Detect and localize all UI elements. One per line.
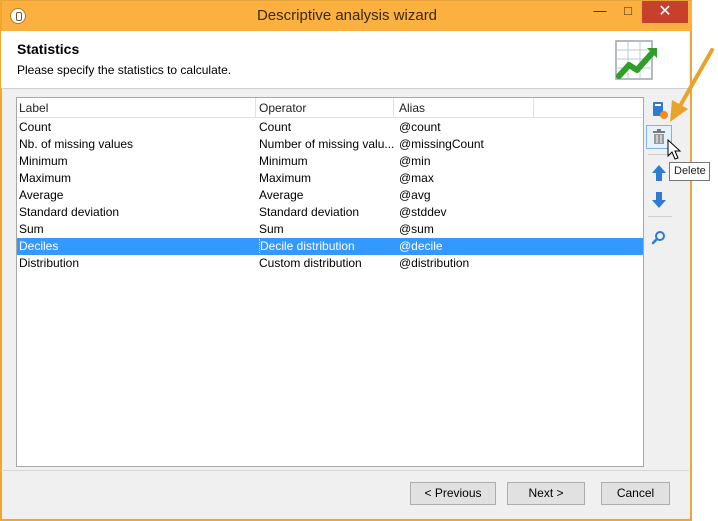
row-operator: Decile distribution <box>259 239 395 253</box>
search-button[interactable] <box>646 226 672 250</box>
row-operator: Average <box>259 188 304 202</box>
minimize-button[interactable]: — <box>586 1 614 23</box>
row-label: Nb. of missing values <box>19 137 134 151</box>
column-divider[interactable] <box>533 98 534 118</box>
table-header: Label Operator Alias <box>17 98 643 118</box>
row-operator: Maximum <box>259 171 312 185</box>
table-row-selected[interactable]: Deciles Decile distribution @decile <box>17 238 643 255</box>
row-alias: @distribution <box>399 256 470 270</box>
page-title: Statistics <box>17 41 80 57</box>
row-alias: @sum <box>399 222 434 236</box>
delete-tooltip: Delete <box>669 162 710 181</box>
row-alias: @stddev <box>399 205 447 219</box>
row-label: Distribution <box>19 256 80 270</box>
row-operator: Custom distribution <box>259 256 362 270</box>
arrow-down-icon <box>652 192 666 208</box>
table-row[interactable]: Standard deviation Standard deviation @s… <box>17 204 643 221</box>
mouse-cursor-icon <box>667 139 682 160</box>
footer-divider <box>1 470 689 471</box>
row-label: Maximum <box>19 171 72 185</box>
table-row[interactable]: Maximum Maximum @max <box>17 170 643 187</box>
row-alias: @avg <box>399 188 431 202</box>
table-row[interactable]: Distribution Custom distribution @distri… <box>17 255 643 272</box>
page-subtitle: Please specify the statistics to calcula… <box>17 63 232 77</box>
table-row[interactable]: Nb. of missing values Number of missing … <box>17 136 643 153</box>
row-label: Sum <box>19 222 44 236</box>
next-button[interactable]: Next > <box>507 482 585 505</box>
annotation-arrow-icon <box>670 48 714 122</box>
row-label: Count <box>19 120 52 134</box>
column-divider[interactable] <box>393 98 394 118</box>
statistics-table[interactable]: Label Operator Alias Count Count @count … <box>16 97 644 467</box>
row-operator: Count <box>259 120 292 134</box>
row-label: Deciles <box>19 239 59 253</box>
row-alias: @count <box>399 120 441 134</box>
row-operator: Number of missing valu... <box>259 137 395 151</box>
maximize-button[interactable]: □ <box>614 1 642 23</box>
row-alias: @min <box>399 154 431 168</box>
toolbar-divider <box>648 216 672 217</box>
table-row[interactable]: Average Average @avg <box>17 187 643 204</box>
row-alias: @max <box>399 171 434 185</box>
wizard-header: Statistics Please specify the statistics… <box>1 31 689 89</box>
row-operator: Standard deviation <box>259 205 360 219</box>
previous-button[interactable]: < Previous <box>410 482 496 505</box>
cancel-button[interactable]: Cancel <box>601 482 670 505</box>
table-row[interactable]: Count Count @count <box>17 119 643 136</box>
table-row[interactable]: Minimum Minimum @min <box>17 153 643 170</box>
spreadsheet-chart-icon <box>615 40 657 80</box>
row-alias: @decile <box>399 239 443 253</box>
title-bar[interactable]: Descriptive analysis wizard — □ ✕ <box>2 1 692 31</box>
move-down-button[interactable] <box>646 188 672 212</box>
row-operator: Sum <box>259 222 284 236</box>
table-row[interactable]: Sum Sum @sum <box>17 221 643 238</box>
column-divider[interactable] <box>255 98 256 118</box>
wizard-window: Descriptive analysis wizard — □ ✕ Statis… <box>0 0 710 521</box>
column-header-alias[interactable]: Alias <box>399 101 425 115</box>
row-label: Average <box>19 188 64 202</box>
row-alias: @missingCount <box>399 137 484 151</box>
row-label: Standard deviation <box>19 205 120 219</box>
row-label: Minimum <box>19 154 68 168</box>
column-header-operator[interactable]: Operator <box>259 101 306 115</box>
column-header-label[interactable]: Label <box>19 101 48 115</box>
search-icon <box>651 231 665 245</box>
row-operator: Minimum <box>259 154 308 168</box>
close-button[interactable]: ✕ <box>642 1 688 23</box>
